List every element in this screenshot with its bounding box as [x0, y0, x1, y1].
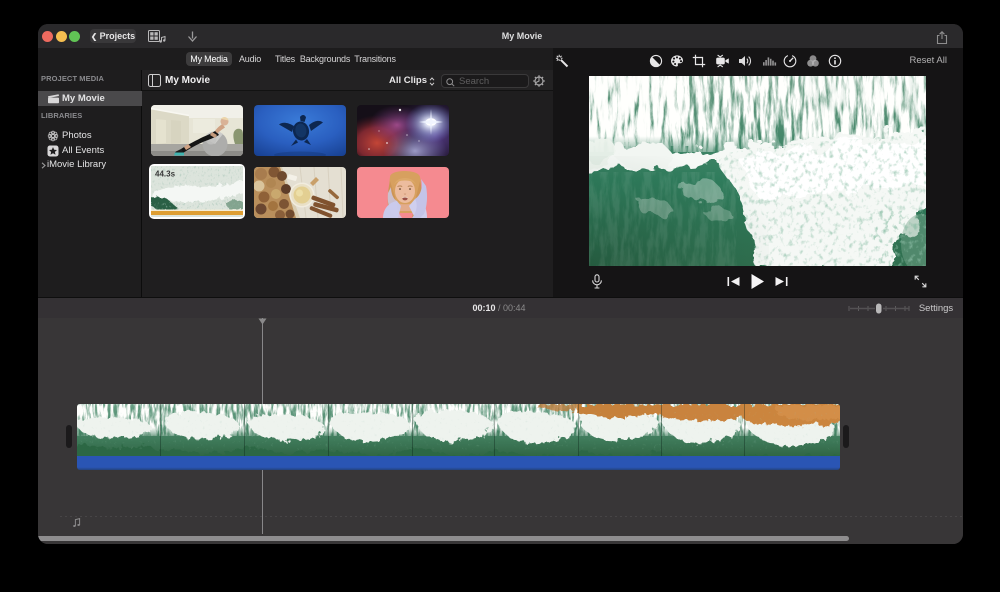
svg-text:44.3s: 44.3s	[155, 170, 176, 179]
